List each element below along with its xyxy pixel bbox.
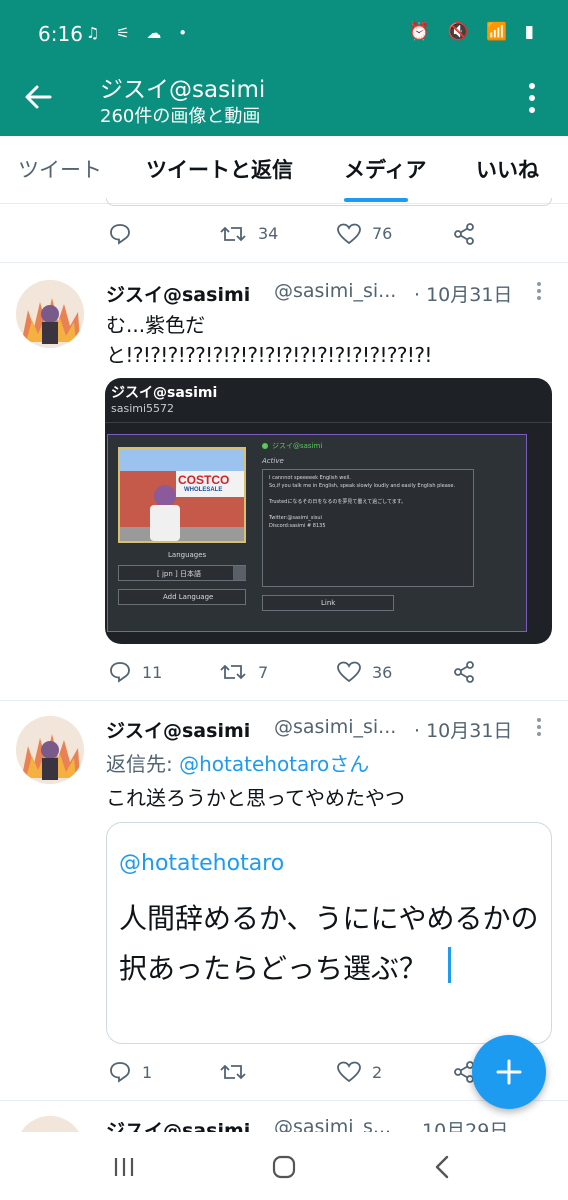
like-count: 36 xyxy=(372,663,393,682)
retweet-icon[interactable] xyxy=(220,660,246,684)
home-icon[interactable] xyxy=(271,1154,297,1180)
tab-likes[interactable]: いいね xyxy=(476,154,539,184)
status-notification-icons: ♫ ⚟ ☁ • xyxy=(86,24,194,42)
tweet-text: これ送ろうかと思ってやめたやつ xyxy=(106,786,405,810)
embed-online-name: ジスイ@sasimi xyxy=(272,442,323,450)
tweet-text-line: む...紫色だ xyxy=(106,313,206,337)
retweet-count: 7 xyxy=(258,663,269,682)
tweet-author-handle[interactable]: @sasimi_si... xyxy=(274,280,396,302)
profile-tabs: ツイート ツイートと返信 メディア いいね xyxy=(0,136,568,204)
reply-to-link[interactable]: @hotatehotaroさん xyxy=(179,752,369,776)
tweet-text-line: と!?!?!?!??!?!?!?!?!?!?!?!?!?!?!??!?! xyxy=(106,343,432,367)
back-nav-icon[interactable] xyxy=(432,1154,452,1180)
add-language-label: Add Language xyxy=(163,593,214,601)
bio-line: Discord:sasimi # 8135 xyxy=(269,523,326,529)
tweet-date[interactable]: · 10月31日 xyxy=(414,280,512,307)
dropdown-arrow-icon xyxy=(233,566,246,580)
text-cursor xyxy=(448,947,451,983)
reply-context: 返信先: @hotatehotaroさん xyxy=(106,749,369,779)
embed-user-id: sasimi5572 xyxy=(111,402,175,415)
quote-handle: @hotatehotaro xyxy=(119,851,285,876)
compose-tweet-button[interactable] xyxy=(472,1035,546,1109)
share-icon[interactable] xyxy=(452,660,476,684)
reply-count: 11 xyxy=(142,663,163,682)
tweet-media-image[interactable]: ジスイ@sasimi sasimi5572 COSTCO WHOLESALE L… xyxy=(105,378,552,644)
tweet-date[interactable]: · 10月31日 xyxy=(414,716,512,743)
plus-icon xyxy=(496,1059,522,1085)
online-status-icon xyxy=(262,443,268,449)
tab-tweets[interactable]: ツイート xyxy=(18,154,102,184)
language-select: [ jpn ] 日本語 xyxy=(118,565,246,581)
tweet-actions: 11 7 36 xyxy=(0,658,568,690)
recent-apps-icon[interactable] xyxy=(112,1156,136,1178)
share-icon[interactable] xyxy=(452,222,476,246)
link-button-label: Link xyxy=(321,599,336,607)
tweet-more-icon[interactable] xyxy=(535,716,543,738)
status-system-icons: ⏰ 🔇 📶 ▮ xyxy=(408,22,540,42)
like-icon[interactable] xyxy=(336,222,362,246)
tab-media[interactable]: メディア xyxy=(344,154,427,184)
page-subtitle: 260件の画像と動画 xyxy=(100,106,261,127)
avatar[interactable] xyxy=(16,280,84,348)
language-select-value: [ jpn ] 日本語 xyxy=(157,570,201,578)
reply-icon[interactable] xyxy=(108,660,132,684)
bio-line: Trustedになるその日をなるのを夢見て曇えて過ごしてます。 xyxy=(269,499,407,505)
bio-line: Twitter:@sasimi_sisui xyxy=(269,515,322,521)
retweet-icon[interactable] xyxy=(220,222,246,246)
tweet-author-handle[interactable]: @sasimi_si... xyxy=(274,716,396,738)
page-title: ジスイ@sasimi xyxy=(100,77,266,103)
store-sign: COSTCO xyxy=(178,473,230,487)
reply-icon[interactable] xyxy=(108,1060,132,1084)
tweet-author-name[interactable]: ジスイ@sasimi xyxy=(106,280,250,307)
reply-icon[interactable] xyxy=(108,222,132,246)
like-icon[interactable] xyxy=(336,1060,362,1084)
divider xyxy=(0,262,568,263)
embed-title: ジスイ@sasimi xyxy=(111,385,218,401)
prev-tweet-actions: 34 76 xyxy=(0,218,568,254)
tweet-more-icon[interactable] xyxy=(535,280,543,302)
system-nav-bar xyxy=(0,1132,568,1200)
tweet-media-image[interactable]: @hotatehotaro 人間辞めるか、うににやめるかの 択あったらどっち選ぶ… xyxy=(106,822,552,1044)
reply-count: 1 xyxy=(142,1063,153,1082)
divider xyxy=(0,700,568,701)
embed-divider xyxy=(105,422,552,423)
status-bar: 6:16 ♫ ⚟ ☁ • ⏰ 🔇 📶 ▮ xyxy=(0,0,568,60)
embed-profile-photo: COSTCO WHOLESALE xyxy=(118,447,246,543)
like-count: 76 xyxy=(372,224,393,243)
back-arrow-icon[interactable] xyxy=(22,80,56,114)
previous-media-card xyxy=(106,198,552,206)
store-sign-sub: WHOLESALE xyxy=(184,487,223,493)
divider xyxy=(0,1100,568,1101)
embed-activity: Active xyxy=(262,457,284,465)
app-bar: ジスイ@sasimi 260件の画像と動画 xyxy=(0,60,568,136)
tab-tweets-and-replies[interactable]: ツイートと返信 xyxy=(146,154,293,184)
languages-label: Languages xyxy=(168,551,207,559)
retweet-count: 34 xyxy=(258,224,279,243)
quote-text-line: 択あったらどっち選ぶ？ xyxy=(119,952,428,985)
embed-profile-panel: COSTCO WHOLESALE Languages [ jpn ] 日本語 A… xyxy=(107,434,527,632)
bio-line: I cannnot speeeeek English well. xyxy=(269,475,351,481)
quote-text-line: 人間辞めるか、うににやめるかの xyxy=(119,902,539,935)
retweet-icon[interactable] xyxy=(220,1060,246,1084)
avatar[interactable] xyxy=(16,716,84,784)
like-icon[interactable] xyxy=(336,660,362,684)
bio-line xyxy=(269,506,467,514)
add-language-button: Add Language xyxy=(118,589,246,605)
embed-bio-box: I cannnot speeeeek English well. So,if y… xyxy=(262,469,474,587)
tweet-author-name[interactable]: ジスイ@sasimi xyxy=(106,716,250,743)
reply-prefix: 返信先: xyxy=(106,752,180,776)
more-options-icon[interactable] xyxy=(522,80,542,116)
bio-line xyxy=(269,490,467,498)
status-time: 6:16 xyxy=(38,22,83,46)
bio-line: So,if you talk me in English, speak slow… xyxy=(269,483,456,489)
like-count: 2 xyxy=(372,1063,383,1082)
link-button: Link xyxy=(262,595,394,611)
